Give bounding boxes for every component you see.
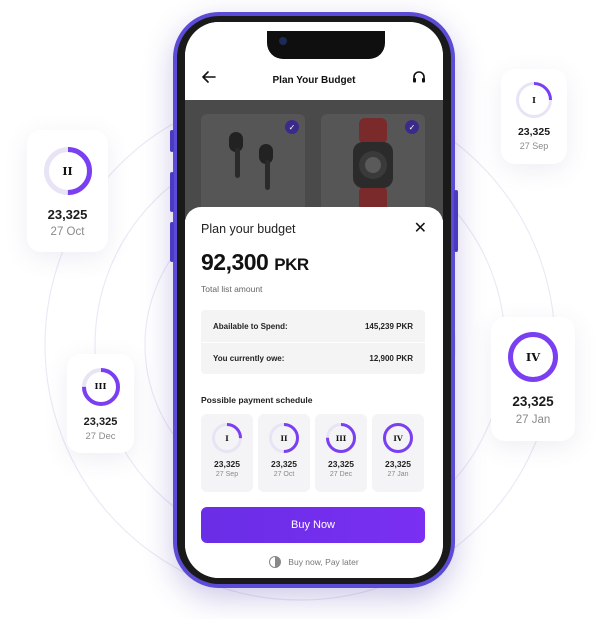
progress-ring: III: [326, 423, 356, 453]
available-row: Abailable to Spend: 145,239 PKR: [213, 322, 413, 336]
check-icon: ✓: [285, 120, 299, 134]
progress-ring: IV: [508, 332, 558, 382]
schedule-item-1[interactable]: I 23,325 27 Sep: [201, 414, 253, 492]
total-amount: 92,300 PKR: [201, 249, 309, 276]
progress-ring: II: [269, 423, 299, 453]
payment-amount: 23,325: [385, 459, 411, 469]
payment-date: 27 Oct: [273, 471, 295, 478]
sheet-title: Plan your budget: [201, 222, 296, 236]
volume-down-button: [170, 222, 174, 262]
schedule-item-2[interactable]: II 23,325 27 Oct: [258, 414, 310, 492]
payment-amount: 23,325: [328, 459, 354, 469]
payment-amount: 23,325: [47, 207, 88, 222]
owe-row: You currently owe: 12,900 PKR: [213, 354, 413, 368]
bnpl-label: Buy now, Pay later: [288, 557, 359, 567]
check-icon: ✓: [405, 120, 419, 134]
payment-amount: 23,325: [271, 459, 297, 469]
ring-numeral: II: [280, 433, 288, 443]
camera-icon: [279, 37, 287, 45]
volume-up-button: [170, 172, 174, 212]
payment-date: 27 Jan: [387, 471, 409, 478]
arrow-left-icon[interactable]: [201, 70, 217, 86]
product-gallery: ✓ ✓: [185, 100, 443, 220]
payment-date: 27 Dec: [85, 431, 116, 442]
payment-amount: 23,325: [517, 126, 551, 138]
payment-date: 27 Sep: [215, 471, 239, 478]
close-icon[interactable]: ✕: [414, 218, 427, 238]
product-card-airpods[interactable]: ✓: [201, 114, 305, 214]
phone-screen: Plan Your Budget ✓ ✓ Plan your budget ✕ …: [185, 22, 443, 578]
page-title: Plan Your Budget: [272, 75, 356, 86]
floating-card-iv: IV 23,325 27 Jan: [491, 317, 575, 441]
notch: [267, 31, 385, 59]
ring-numeral: I: [532, 95, 536, 105]
total-label: Total list amount: [201, 284, 263, 294]
floating-card-ii: II 23,325 27 Oct: [27, 130, 108, 252]
headphones-icon[interactable]: [411, 70, 427, 86]
schedule-item-4[interactable]: IV 23,325 27 Jan: [372, 414, 424, 492]
payment-date: 27 Dec: [329, 471, 353, 478]
payment-amount: 23,325: [214, 459, 240, 469]
progress-ring: IV: [383, 423, 413, 453]
schedule-label: Possible payment schedule: [201, 395, 313, 405]
ring-numeral: III: [335, 433, 347, 443]
payment-date: 27 Oct: [50, 226, 85, 238]
owe-value: 12,900 PKR: [369, 354, 413, 363]
phone-frame: Plan Your Budget ✓ ✓ Plan your budget ✕ …: [170, 12, 458, 588]
bnpl-link[interactable]: Buy now, Pay later: [185, 556, 443, 568]
progress-ring: I: [516, 82, 552, 118]
total-value: 92,300: [201, 249, 269, 275]
schedule-item-3[interactable]: III 23,325 27 Dec: [315, 414, 367, 492]
ring-numeral: IV: [525, 350, 541, 364]
divider: [201, 342, 425, 343]
progress-ring: III: [81, 368, 120, 406]
budget-sheet: Plan your budget ✕ 92,300 PKR Total list…: [185, 207, 443, 578]
ring-numeral: III: [94, 382, 107, 392]
payment-date: 27 Sep: [519, 141, 549, 151]
available-value: 145,239 PKR: [364, 322, 413, 331]
product-card-watch[interactable]: ✓: [321, 114, 425, 214]
payment-amount: 23,325: [83, 416, 118, 428]
payment-date: 27 Jan: [515, 414, 551, 426]
ring-numeral: I: [225, 433, 229, 443]
available-label: Abailable to Spend:: [213, 322, 288, 331]
balance-info: Abailable to Spend: 145,239 PKR You curr…: [201, 310, 425, 374]
floating-card-i: I 23,325 27 Sep: [501, 69, 567, 164]
owe-label: You currently owe:: [213, 354, 285, 363]
floating-card-iii: III 23,325 27 Dec: [67, 354, 134, 453]
buy-now-button[interactable]: Buy Now: [201, 507, 425, 543]
progress-ring: I: [212, 423, 242, 453]
half-circle-icon: [269, 556, 282, 568]
total-currency: PKR: [274, 255, 309, 274]
payment-amount: 23,325: [512, 394, 554, 409]
progress-ring: II: [43, 147, 92, 195]
power-button: [454, 190, 458, 252]
ring-numeral: II: [62, 164, 73, 178]
mute-switch: [170, 130, 174, 152]
ring-numeral: IV: [393, 433, 403, 443]
